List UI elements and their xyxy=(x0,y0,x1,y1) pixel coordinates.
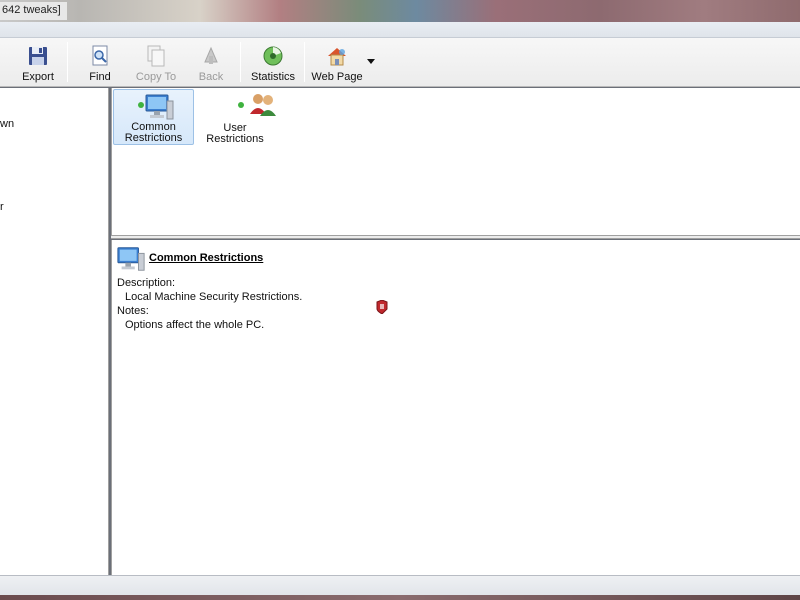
back-label: Back xyxy=(198,71,224,83)
home-icon xyxy=(328,48,346,66)
find-button[interactable]: Find xyxy=(86,42,114,84)
tree-pane[interactable]: wn r xyxy=(0,88,109,575)
title-bar: 642 tweaks] xyxy=(0,0,800,22)
back-button[interactable]: Back xyxy=(197,42,225,84)
toolbar: Export Find Copy To Back Statistics Web … xyxy=(0,38,800,87)
users-icon xyxy=(217,90,276,121)
computer-icon xyxy=(117,247,145,271)
pane-splitter[interactable] xyxy=(111,236,800,239)
description-value: Local Machine Security Restrictions. xyxy=(125,291,303,303)
export-label: Export xyxy=(22,71,54,83)
category-list: Common Restrictions User Restrictions xyxy=(111,88,800,236)
category-user-restrictions[interactable]: User Restrictions xyxy=(197,89,276,145)
web-page-button[interactable]: Web Page xyxy=(311,42,363,84)
detail-pane: Common Restrictions Description: Local M… xyxy=(111,240,800,575)
computer-icon xyxy=(136,91,173,120)
window-title: 642 tweaks] xyxy=(0,2,67,20)
category-label: Common Restrictions xyxy=(124,121,183,144)
category-label: User Restrictions xyxy=(206,122,264,145)
back-arrow-icon xyxy=(204,46,218,64)
description-label: Description: xyxy=(117,277,176,289)
copy-to-button[interactable]: Copy To xyxy=(135,42,177,84)
desktop-background-strip xyxy=(0,595,800,600)
copy-icon xyxy=(147,45,165,67)
toolbar-separator xyxy=(304,42,305,82)
statistics-icon xyxy=(263,46,283,66)
web-page-label: Web Page xyxy=(311,71,363,83)
tree-item-fragment[interactable]: wn xyxy=(0,118,14,130)
find-label: Find xyxy=(89,71,111,83)
tree-item-fragment[interactable]: r xyxy=(0,201,4,213)
floppy-disk-icon xyxy=(29,47,47,65)
export-button[interactable]: Export xyxy=(22,42,54,84)
toolbar-separator xyxy=(67,42,68,82)
dropdown-arrow-icon[interactable] xyxy=(366,56,376,66)
notes-value: Options affect the whole PC. xyxy=(125,319,265,331)
statistics-button[interactable]: Statistics xyxy=(251,42,296,84)
statistics-label: Statistics xyxy=(251,71,296,83)
category-common-restrictions[interactable]: Common Restrictions xyxy=(113,89,194,145)
detail-title: Common Restrictions xyxy=(149,252,264,264)
shield-icon xyxy=(376,300,388,314)
status-bar xyxy=(0,575,800,595)
copy-to-label: Copy To xyxy=(135,71,177,83)
find-document-icon xyxy=(92,45,108,66)
notes-label: Notes: xyxy=(117,305,149,317)
menu-bar xyxy=(0,22,800,38)
toolbar-separator xyxy=(240,42,241,82)
